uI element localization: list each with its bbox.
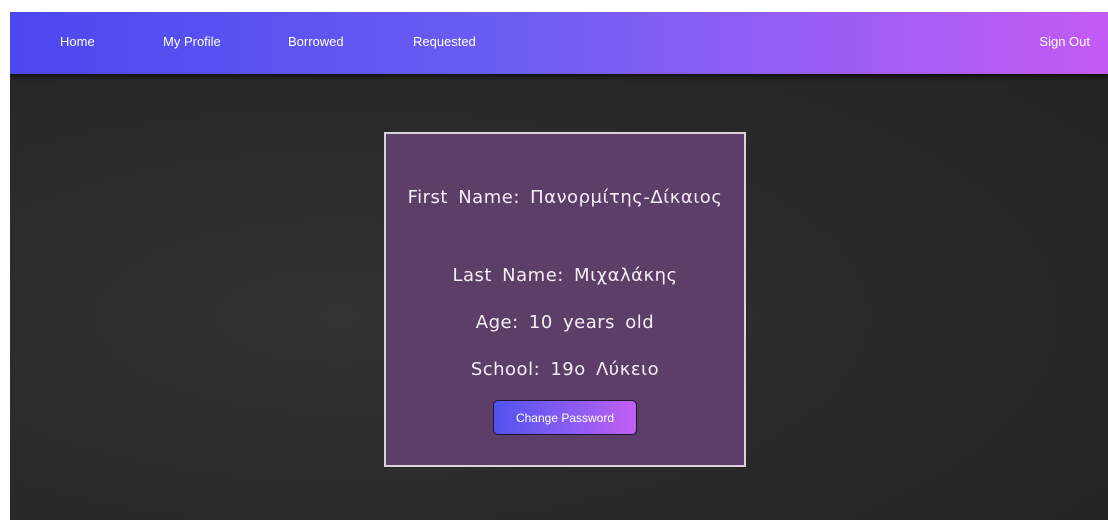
nav-home-link[interactable]: Home xyxy=(60,34,95,49)
change-password-button[interactable]: Change Password xyxy=(493,400,637,435)
last-name-text: Last Name: Μιχαλάκης xyxy=(452,265,678,286)
nav-my-profile-link[interactable]: My Profile xyxy=(163,34,221,49)
age-text: Age: 10 years old xyxy=(475,312,655,333)
top-navbar: Home My Profile Borrowed Requested Sign … xyxy=(10,12,1108,74)
first-name-text: First Name: Πανορμίτης-Δίκαιος xyxy=(407,187,723,208)
school-text: School: 19ο Λύκειο xyxy=(470,359,660,380)
app-frame: Home My Profile Borrowed Requested Sign … xyxy=(10,12,1108,520)
profile-card: First Name: Πανορμίτης-Δίκαιος Last Name… xyxy=(384,132,746,467)
nav-borrowed-link[interactable]: Borrowed xyxy=(288,34,344,49)
sign-out-link[interactable]: Sign Out xyxy=(1039,34,1090,49)
nav-requested-link[interactable]: Requested xyxy=(413,34,476,49)
